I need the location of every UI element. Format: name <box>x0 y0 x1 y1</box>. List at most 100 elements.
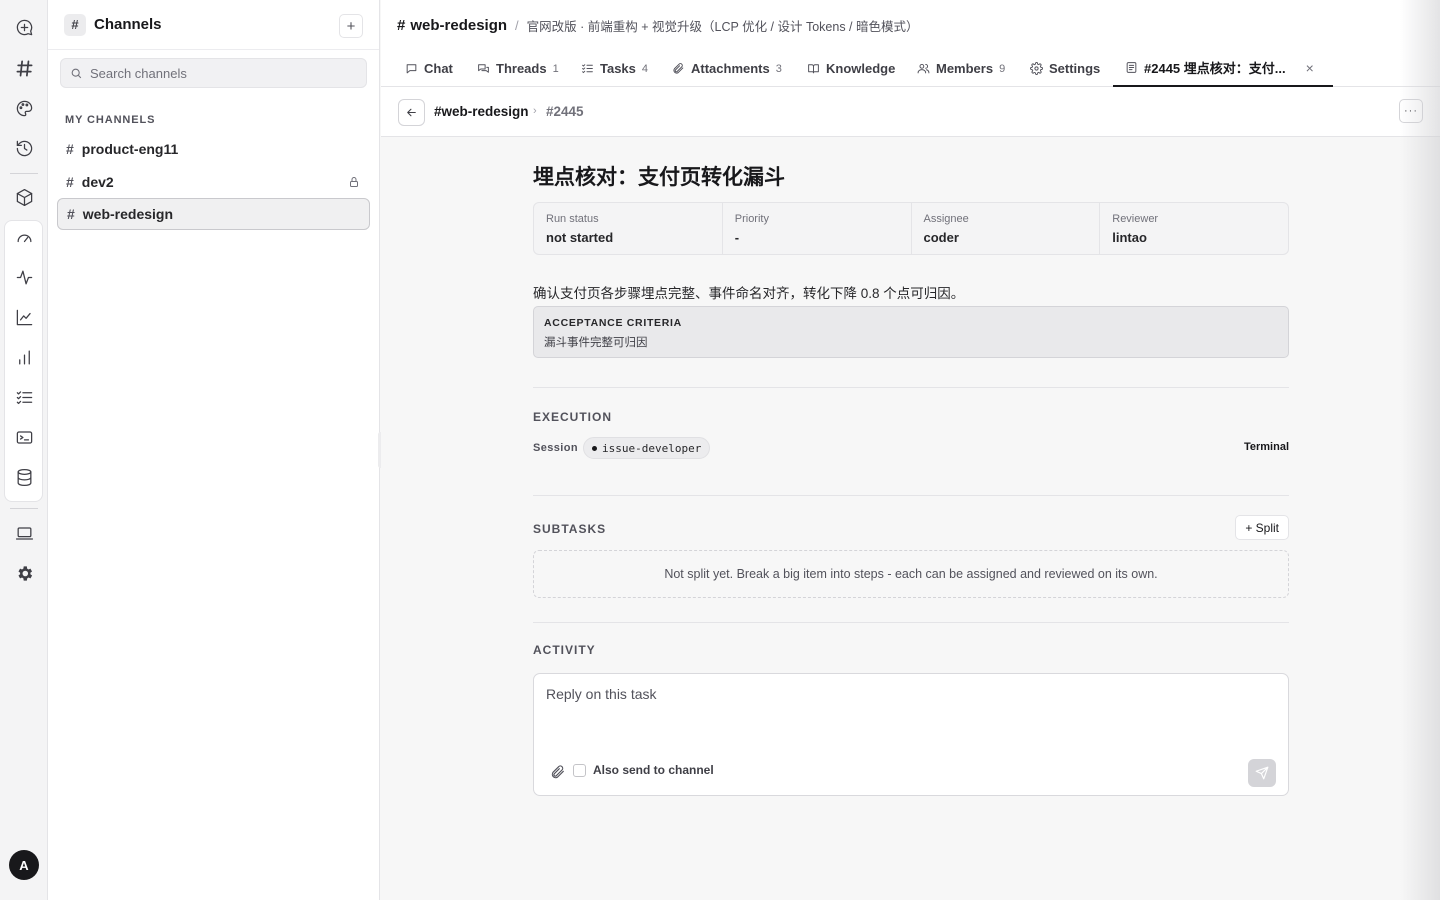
meta-value: - <box>734 230 740 245</box>
settings-icon[interactable] <box>8 557 40 589</box>
tab-settings[interactable]: Settings <box>1030 50 1100 87</box>
sidebar-item-label: dev2 <box>81 174 114 190</box>
breadcrumb-separator: › <box>533 105 537 117</box>
tab-label: Threads <box>496 61 547 76</box>
session-label: Session <box>533 442 578 454</box>
acceptance-criteria: ACCEPTANCE CRITERIA 漏斗事件完整可归因 <box>533 306 1289 358</box>
meta-label: Priority <box>734 213 769 225</box>
add-channel-button[interactable]: + <box>339 14 363 38</box>
tab-threads[interactable]: Threads 1 <box>477 50 559 87</box>
meta-value: not started <box>546 230 614 245</box>
app-rail: A <box>0 0 48 900</box>
also-send-label: Also send to channel <box>593 763 714 777</box>
meta-label: Assignee <box>923 213 969 225</box>
tab-chat[interactable]: Chat <box>405 50 453 87</box>
history-icon[interactable] <box>8 132 40 164</box>
paperclip-icon <box>673 63 684 74</box>
laptop-icon[interactable] <box>8 517 40 549</box>
section-divider <box>533 387 1289 388</box>
database-icon[interactable] <box>8 461 40 493</box>
lock-icon <box>348 175 360 187</box>
meta-value: lintao <box>1112 230 1147 245</box>
send-icon <box>1255 766 1269 780</box>
also-send-checkbox[interactable] <box>573 763 586 777</box>
also-send-toggle[interactable]: Also send to channel <box>573 763 714 777</box>
task-description: 确认支付页各步骤埋点完整、事件命名对齐，转化下降 0.8 个点可归因。 <box>533 286 965 301</box>
channel-description: 官网改版 · 前端重构 + 视觉升级（LCP 优化 / 设计 Tokens / … <box>526 19 919 34</box>
acceptance-label: ACCEPTANCE CRITERIA <box>544 317 682 329</box>
channel-name: web-redesign <box>410 16 508 34</box>
tab-members[interactable]: Members 9 <box>917 50 1005 87</box>
sidebar-item-dev2[interactable]: # dev2 <box>57 166 370 198</box>
channels-sidebar: # Channels + MY CHANNELS # product-eng11… <box>48 0 380 900</box>
hash-icon: # <box>64 13 86 36</box>
search-icon <box>71 68 82 78</box>
package-icon[interactable] <box>8 181 40 213</box>
dashboard-icon[interactable] <box>8 221 40 253</box>
tab-tasks[interactable]: Tasks 4 <box>581 50 648 87</box>
breadcrumb-channel[interactable]: #web-redesign <box>434 104 529 119</box>
subtasks-heading: SUBTASKS <box>533 522 607 536</box>
sidebar-title: Channels <box>94 16 162 33</box>
tab-label: Settings <box>1049 61 1101 76</box>
breadcrumb-task-id: #2445 <box>546 104 584 119</box>
tab-task-2445[interactable]: #2445 埋点核对：支付... × <box>1113 50 1333 87</box>
tab-attachments[interactable]: Attachments 3 <box>672 50 782 87</box>
search-input[interactable] <box>90 65 350 81</box>
checklist-icon[interactable] <box>8 381 40 413</box>
back-button[interactable] <box>398 99 425 126</box>
reply-box: Also send to channel <box>533 673 1289 796</box>
more-options-button[interactable]: ··· <box>1399 99 1423 123</box>
activity-heading: ACTIVITY <box>533 643 596 657</box>
meta-assignee[interactable]: Assignee coder <box>912 203 1101 254</box>
search-box[interactable] <box>60 58 367 88</box>
tasks-icon <box>582 64 593 74</box>
tab-label: Attachments <box>691 61 770 76</box>
threads-icon <box>478 64 489 73</box>
tab-label: #2445 埋点核对：支付... <box>1144 61 1286 76</box>
trend-icon[interactable] <box>8 301 40 333</box>
meta-label: Reviewer <box>1112 213 1159 225</box>
tab-knowledge[interactable]: Knowledge <box>807 50 895 87</box>
meta-priority[interactable]: Priority - <box>723 203 912 254</box>
hash-icon: # <box>66 141 74 157</box>
tab-count: 9 <box>999 62 1006 75</box>
channel-tabs: Chat Threads 1 Tasks 4 Attachments 3 Kno… <box>381 50 1440 87</box>
bar-chart-icon[interactable] <box>8 341 40 373</box>
close-icon[interactable]: × <box>1306 60 1314 76</box>
sidebar-item-label: web-redesign <box>82 206 174 222</box>
sidebar-header: # Channels + <box>48 0 379 50</box>
activity-icon[interactable] <box>8 261 40 293</box>
palette-icon[interactable] <box>8 92 40 124</box>
rail-divider <box>10 508 38 509</box>
acceptance-text: 漏斗事件完整可归因 <box>544 337 648 349</box>
document-icon <box>1126 62 1137 73</box>
new-chat-icon[interactable] <box>8 11 40 43</box>
users-icon <box>917 63 930 74</box>
channels-icon[interactable] <box>8 52 40 84</box>
sidebar-item-web-redesign[interactable]: # web-redesign <box>57 198 370 230</box>
tab-count: 4 <box>641 62 649 75</box>
avatar[interactable]: A <box>9 850 39 880</box>
reply-input[interactable] <box>546 686 1266 746</box>
breadcrumb: #web-redesign › #2445 ··· <box>381 87 1440 137</box>
arrow-left-icon <box>407 108 416 117</box>
attach-icon[interactable] <box>550 764 566 780</box>
meta-reviewer[interactable]: Reviewer lintao <box>1100 203 1288 254</box>
terminal-icon[interactable] <box>8 421 40 453</box>
status-dot-icon <box>592 445 597 451</box>
execution-heading: EXECUTION <box>533 410 613 424</box>
sidebar-item-label: product-eng11 <box>81 141 179 157</box>
sidebar-item-product-eng11[interactable]: # product-eng11 <box>57 133 370 165</box>
meta-run-status[interactable]: Run status not started <box>534 203 723 254</box>
header-separator: / <box>515 17 519 33</box>
tab-count: 3 <box>775 62 782 75</box>
session-value: issue-developer <box>602 441 702 455</box>
tab-label: Knowledge <box>826 61 896 76</box>
terminal-link[interactable]: Terminal <box>1244 441 1289 453</box>
tab-label: Tasks <box>600 61 636 76</box>
send-button[interactable] <box>1248 759 1276 787</box>
split-button[interactable]: + Split <box>1235 515 1289 540</box>
session-chip[interactable]: issue-developer <box>583 437 711 459</box>
tab-label: Members <box>936 61 994 76</box>
